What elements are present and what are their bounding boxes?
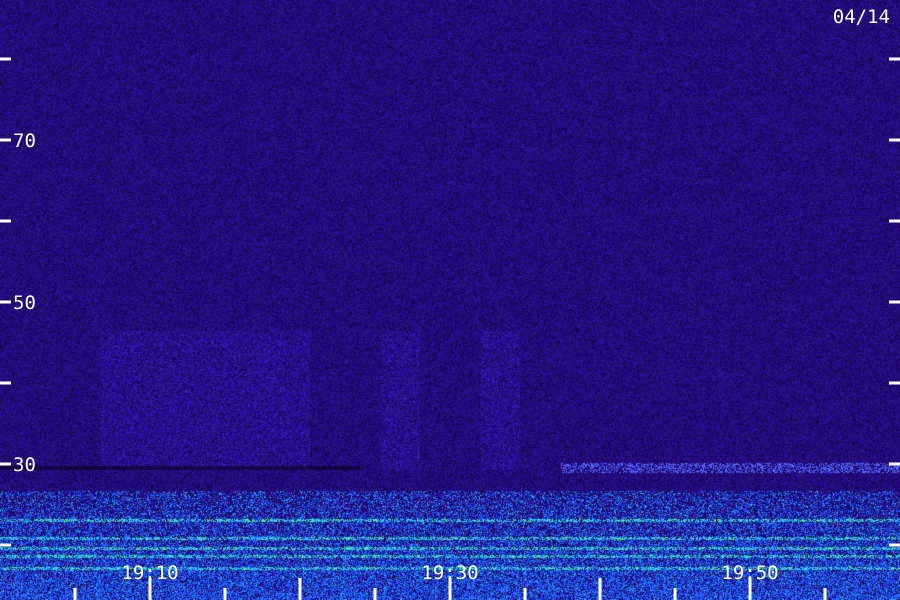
date-label: 04/14 bbox=[833, 6, 890, 28]
axis-overlay: 04/14 70 50 30 19:10 19:30 19:50 bbox=[0, 6, 900, 600]
x-tick-label: 19:10 bbox=[121, 562, 178, 584]
x-tick-label: 19:30 bbox=[421, 562, 478, 584]
y-ticks-right bbox=[889, 57, 900, 547]
y-ticks-left bbox=[0, 57, 11, 547]
y-tick-label: 30 bbox=[13, 454, 36, 476]
x-tick-label: 19:50 bbox=[721, 562, 778, 584]
y-tick-label: 70 bbox=[13, 130, 36, 152]
y-tick-label: 50 bbox=[13, 292, 36, 314]
